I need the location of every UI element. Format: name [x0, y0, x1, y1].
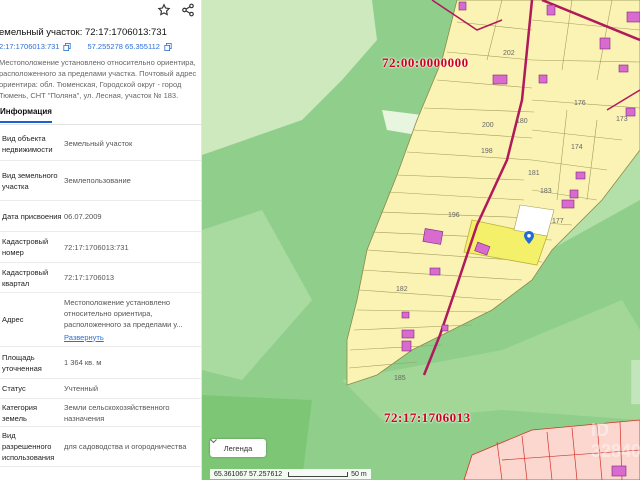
info-value: для садоводства и огородничества: [64, 442, 187, 451]
chevron-down-icon: [210, 439, 217, 444]
info-key: Вид разрешенного использования: [2, 431, 55, 462]
tab-information[interactable]: Информация: [0, 107, 52, 123]
plot-number: 185: [394, 375, 406, 382]
expand-address-link[interactable]: Развернуть: [64, 332, 201, 343]
legend-button[interactable]: Легенда: [210, 439, 266, 457]
location-note: Местоположение установлено относительно …: [0, 58, 197, 100]
address-text: Местоположение установлено относительно …: [64, 297, 183, 329]
scale-label: 50 m: [351, 470, 367, 478]
plot-number: 183: [540, 188, 552, 195]
info-value: 1 364 кв. м: [64, 358, 102, 367]
plot-number: 196: [448, 212, 460, 219]
info-row: Кадастровый квартал 72:17:1706013: [0, 263, 201, 293]
info-row: Статус Учтенный: [0, 379, 201, 399]
copy-icon[interactable]: [63, 42, 72, 51]
plot-number: 198: [481, 148, 493, 155]
info-key: Кадастровый квартал: [2, 267, 49, 288]
legend-label: Легенда: [223, 443, 253, 453]
plot-number: 200: [482, 122, 494, 129]
info-row: Вид земельного участка Землепользование: [0, 161, 201, 201]
info-value: 06.07.2009: [64, 211, 102, 221]
plot-number: 180: [516, 118, 528, 125]
info-key: Адрес: [2, 315, 24, 324]
info-value: 72:17:1706013:731: [64, 242, 129, 252]
info-value: Земли сельскохозяйственного назначения: [64, 402, 170, 423]
identifier-row: 2:17:1706013:731 57.255278 65.355112: [0, 42, 172, 51]
info-value: Земельный участок: [64, 139, 133, 148]
watermark-id: ID 32840: [591, 420, 640, 461]
quarter-label: 72:17:1706013: [384, 410, 471, 425]
info-key: Вид земельного участка: [2, 170, 58, 191]
cursor-coordinates: 65.361067 57.257612: [214, 470, 283, 478]
info-key: Категория земель: [2, 402, 38, 423]
forest-clearing: [202, 395, 312, 480]
plot-number: 182: [396, 286, 408, 293]
plot-number: 177: [552, 218, 564, 225]
scale-line: [288, 471, 349, 477]
building: [611, 465, 627, 477]
info-row: Адрес Местоположение установлено относит…: [0, 293, 201, 347]
scale-bar: 50 m: [288, 471, 367, 478]
cadastral-map[interactable]: 202 200 198 196 182 180 176 174 173 177 …: [202, 0, 640, 480]
tab-bar: Информация: [0, 105, 201, 125]
watermark-text: Циан: [627, 345, 640, 419]
star-icon[interactable]: [157, 3, 171, 17]
copy-icon[interactable]: [164, 42, 172, 51]
plot-number: 174: [571, 144, 583, 151]
cadastral-number-link[interactable]: 2:17:1706013:731: [0, 42, 59, 51]
plot-number: 181: [528, 170, 540, 177]
info-row: Вид объекта недвижимости Земельный участ…: [0, 127, 201, 161]
info-value: Учтенный: [64, 384, 99, 393]
plot-number: 176: [574, 100, 586, 107]
map-status-bar: 65.361067 57.257612 50 m: [210, 469, 371, 479]
info-key: Кадастровый номер: [2, 237, 49, 257]
property-info-panel: емельный участок: 72:17:1706013:731 2:17…: [0, 0, 202, 480]
forest-clearing: [202, 0, 377, 155]
page-title: емельный участок: 72:17:1706013:731: [0, 27, 167, 38]
info-row: Кадастровый номер 72:17:1706013:731: [0, 232, 201, 263]
district-label: 72:00:0000000: [382, 55, 469, 70]
info-value: Землепользование: [64, 176, 131, 185]
info-value: Местоположение установлено относительно …: [62, 297, 201, 343]
info-row: Категория земель Земли сельскохозяйствен…: [0, 399, 201, 427]
info-key: Статус: [2, 384, 26, 393]
info-key: Вид объекта недвижимости: [2, 133, 53, 154]
info-row: Дата присвоения 06.07.2009: [0, 201, 201, 232]
info-row: Вид разрешенного использования для садов…: [0, 427, 201, 467]
plot-number: 202: [503, 50, 515, 57]
panel-actions: [157, 3, 195, 17]
empty-plot: [513, 204, 555, 237]
info-value: 72:17:1706013: [64, 273, 115, 282]
info-key: Площадь уточненная: [2, 352, 42, 373]
coordinates-link[interactable]: 57.255278 65.355112: [87, 42, 159, 51]
forest-clearing: [202, 210, 312, 380]
map-canvas[interactable]: [202, 0, 640, 480]
share-icon[interactable]: [181, 3, 195, 17]
info-key: Дата присвоения: [2, 211, 62, 221]
plot-number: 173: [616, 116, 628, 123]
info-row: Площадь уточненная 1 364 кв. м: [0, 347, 201, 379]
location-pin-icon[interactable]: [524, 231, 534, 244]
